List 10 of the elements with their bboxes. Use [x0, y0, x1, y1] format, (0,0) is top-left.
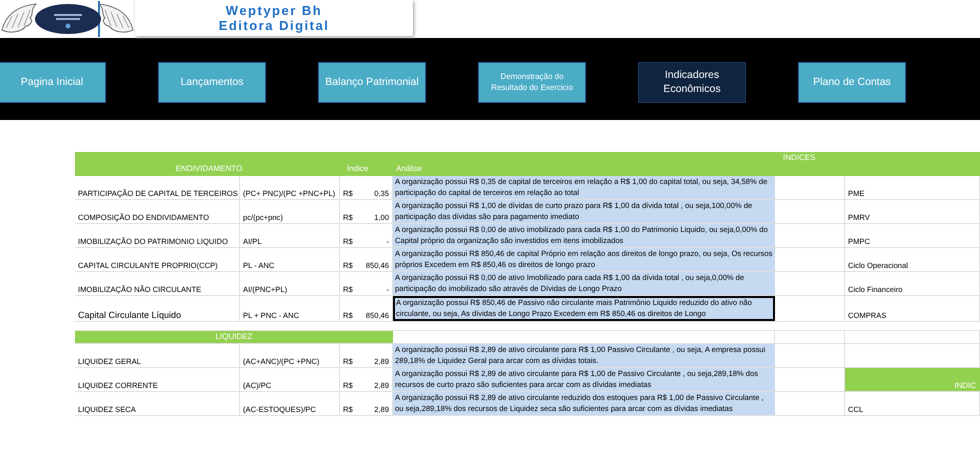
column-heading: Índice [346, 163, 370, 175]
brand-title: Editora Digital [218, 18, 330, 33]
nav-button[interactable]: Indicadores Econômicos [638, 62, 746, 102]
section-header: INDIC [845, 368, 980, 391]
section-heading: ENDIVIDAMENTO [176, 163, 242, 175]
indicator-name: Capital Circulante Líquido [78, 310, 182, 320]
column-heading: Análise [395, 163, 422, 175]
column-group-heading: ÍNDICES [783, 152, 816, 163]
section-header: LIQUIDEZ [75, 331, 393, 343]
brand-title: Weptyper Bh [226, 3, 322, 18]
